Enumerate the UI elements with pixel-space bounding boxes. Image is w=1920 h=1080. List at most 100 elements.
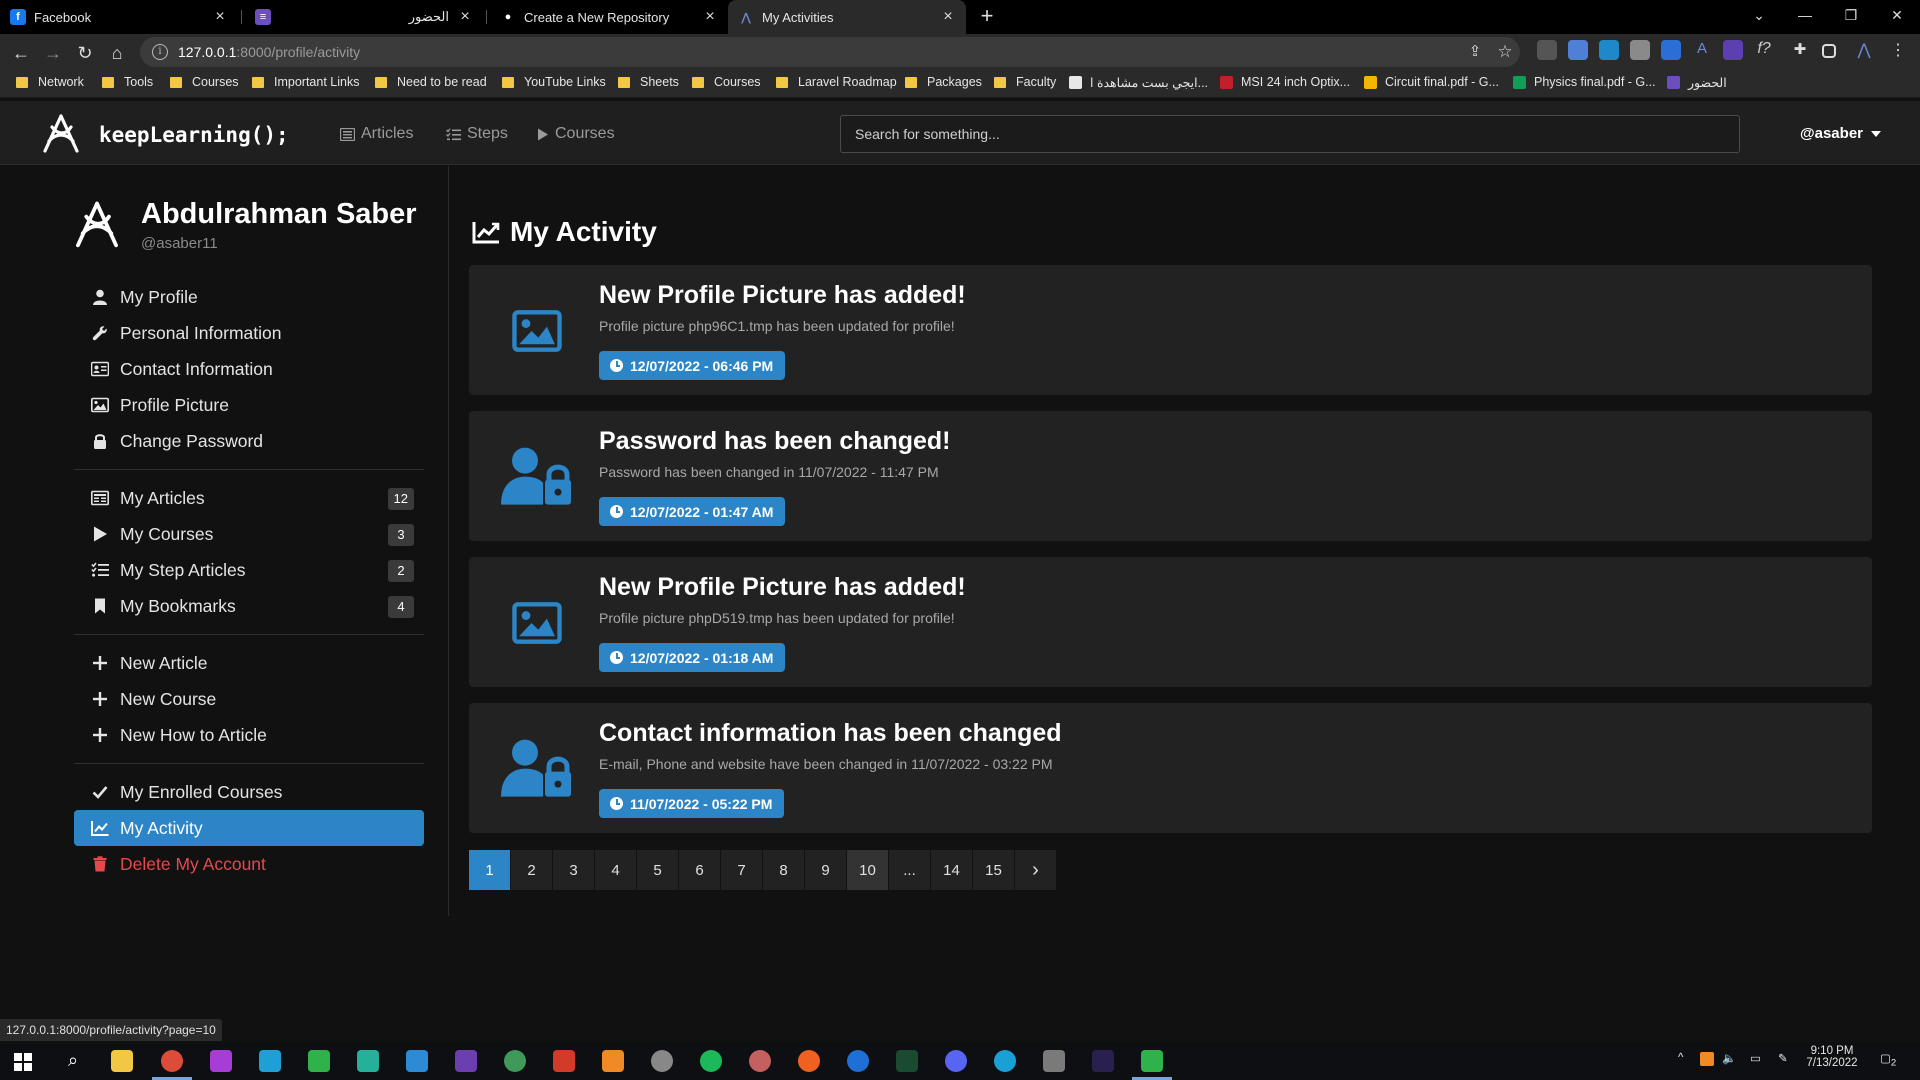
- sidebar-item-my-activity[interactable]: My Activity: [74, 810, 424, 846]
- nav-articles[interactable]: Articles: [340, 125, 413, 143]
- sidebar-item-contact-information[interactable]: Contact Information: [74, 351, 424, 387]
- bookmark-item[interactable]: Important Links: [252, 75, 359, 89]
- bookmark-item[interactable]: Courses: [692, 75, 761, 89]
- share-icon[interactable]: ⇪: [1462, 39, 1488, 65]
- page-link[interactable]: 8: [763, 850, 805, 890]
- page-link[interactable]: 9: [805, 850, 847, 890]
- visual-studio-icon[interactable]: [455, 1050, 477, 1072]
- bookmark-item[interactable]: الحضور: [1667, 75, 1727, 90]
- next-page-button[interactable]: ›: [1015, 850, 1057, 890]
- new-tab-button[interactable]: +: [975, 4, 999, 28]
- notifications-icon[interactable]: ▢2: [1880, 1051, 1896, 1068]
- sidebar-item-my-enrolled-courses[interactable]: My Enrolled Courses: [74, 774, 424, 810]
- page-link[interactable]: 2: [511, 850, 553, 890]
- app-icon[interactable]: [847, 1050, 869, 1072]
- minimize-button[interactable]: —: [1782, 0, 1828, 32]
- discord-icon[interactable]: [945, 1050, 967, 1072]
- page-link[interactable]: 15: [973, 850, 1015, 890]
- bookmark-star-icon[interactable]: ☆: [1492, 39, 1518, 65]
- clion-icon[interactable]: [357, 1050, 379, 1072]
- sidebar-item-profile-picture[interactable]: Profile Picture: [74, 387, 424, 423]
- restore-button[interactable]: ❐: [1828, 0, 1874, 32]
- side-panel-icon[interactable]: [1822, 44, 1836, 58]
- home-icon[interactable]: ⌂: [104, 40, 130, 66]
- soundcloud-icon[interactable]: [798, 1050, 820, 1072]
- app-icon[interactable]: [700, 1050, 722, 1072]
- windows-start-icon[interactable]: [14, 1053, 32, 1071]
- sidebar-item-my-courses[interactable]: My Courses 3: [74, 516, 424, 552]
- app-icon[interactable]: [1141, 1050, 1163, 1072]
- app-icon[interactable]: [651, 1050, 673, 1072]
- back-icon[interactable]: ←: [8, 40, 34, 66]
- reload-icon[interactable]: ↻: [72, 40, 98, 66]
- page-link[interactable]: 5: [637, 850, 679, 890]
- volume-icon[interactable]: 🔈: [1722, 1051, 1736, 1065]
- extension-icon[interactable]: [1723, 40, 1743, 60]
- bookmark-item[interactable]: Circuit final.pdf - G...: [1364, 75, 1499, 89]
- file-explorer-icon[interactable]: [111, 1050, 133, 1072]
- profile-avatar-icon[interactable]: ⋀: [1854, 40, 1874, 60]
- bookmark-item[interactable]: Sheets: [618, 75, 679, 89]
- sidebar-item-my-bookmarks[interactable]: My Bookmarks 4: [74, 588, 424, 624]
- page-link[interactable]: 3: [553, 850, 595, 890]
- tray-app-icon[interactable]: [1700, 1052, 1714, 1066]
- address-bar[interactable]: i 127.0.0.1:8000/profile/activity: [140, 37, 1520, 67]
- tab-close-icon[interactable]: ×: [940, 8, 956, 26]
- search-icon[interactable]: ⌕: [62, 1050, 84, 1072]
- tab-close-icon[interactable]: ×: [702, 8, 718, 26]
- nav-steps[interactable]: Steps: [446, 125, 508, 143]
- forward-icon[interactable]: →: [40, 40, 66, 66]
- pycharm-icon[interactable]: [308, 1050, 330, 1072]
- bookmark-item[interactable]: YouTube Links: [502, 75, 606, 89]
- page-link[interactable]: 14: [931, 850, 973, 890]
- window-close-button[interactable]: ✕: [1874, 0, 1920, 32]
- sidebar-item-new-article[interactable]: New Article: [74, 645, 424, 681]
- app-icon[interactable]: [504, 1050, 526, 1072]
- bookmark-item[interactable]: Courses: [170, 75, 239, 89]
- network-icon[interactable]: ▭: [1750, 1051, 1761, 1065]
- bookmark-item[interactable]: Network: [16, 75, 84, 89]
- site-info-icon[interactable]: i: [152, 44, 168, 60]
- search-input[interactable]: [840, 115, 1740, 153]
- bookmark-item[interactable]: Tools: [102, 75, 153, 89]
- user-menu-dropdown[interactable]: @asaber: [1800, 125, 1881, 142]
- page-link[interactable]: 4: [595, 850, 637, 890]
- office-icon[interactable]: [553, 1050, 575, 1072]
- tab-close-icon[interactable]: ×: [212, 8, 228, 26]
- extension-icon[interactable]: A: [1692, 40, 1712, 60]
- sidebar-item-my-profile[interactable]: My Profile: [74, 279, 424, 315]
- sidebar-item-change-password[interactable]: Change Password: [74, 423, 424, 459]
- sidebar-item-my-step-articles[interactable]: My Step Articles 2: [74, 552, 424, 588]
- page-link[interactable]: 1: [469, 850, 511, 890]
- bookmark-item[interactable]: ايجي بست مشاهدة ا...: [1069, 75, 1208, 90]
- browser-menu-icon[interactable]: ⋮: [1888, 40, 1908, 60]
- sidebar-item-new-course[interactable]: New Course: [74, 681, 424, 717]
- translate-extension-icon[interactable]: [1568, 40, 1588, 60]
- tab-close-icon[interactable]: ×: [457, 8, 473, 26]
- extensions-puzzle-icon[interactable]: ✚: [1790, 40, 1810, 60]
- extension-icon[interactable]: [1537, 40, 1557, 60]
- tab-search-icon[interactable]: ⌄: [1736, 0, 1782, 32]
- extension-icon[interactable]: [1661, 40, 1681, 60]
- page-link[interactable]: 7: [721, 850, 763, 890]
- bookmark-item[interactable]: Faculty: [994, 75, 1056, 89]
- pen-icon[interactable]: ✎: [1778, 1051, 1788, 1065]
- page-link[interactable]: 6: [679, 850, 721, 890]
- chrome-icon[interactable]: [161, 1050, 183, 1072]
- xampp-icon[interactable]: [602, 1050, 624, 1072]
- site-brand[interactable]: keepLearning();: [99, 123, 289, 147]
- page-link[interactable]: 10: [847, 850, 889, 890]
- webstorm-icon[interactable]: [259, 1050, 281, 1072]
- phpstorm-icon[interactable]: [210, 1050, 232, 1072]
- site-logo-icon[interactable]: [40, 113, 82, 155]
- extension-icon[interactable]: f?: [1754, 40, 1774, 60]
- bookmark-item[interactable]: Physics final.pdf - G...: [1513, 75, 1656, 89]
- sidebar-item-personal-information[interactable]: Personal Information: [74, 315, 424, 351]
- app-icon[interactable]: [896, 1050, 918, 1072]
- tray-chevron-icon[interactable]: ^: [1678, 1052, 1683, 1064]
- bookmark-item[interactable]: MSI 24 inch Optix...: [1220, 75, 1350, 89]
- app-icon[interactable]: [1043, 1050, 1065, 1072]
- extension-icon[interactable]: [1630, 40, 1650, 60]
- browser-tab[interactable]: ● Create a New Repository ×: [490, 0, 728, 34]
- bookmark-item[interactable]: Packages: [905, 75, 982, 89]
